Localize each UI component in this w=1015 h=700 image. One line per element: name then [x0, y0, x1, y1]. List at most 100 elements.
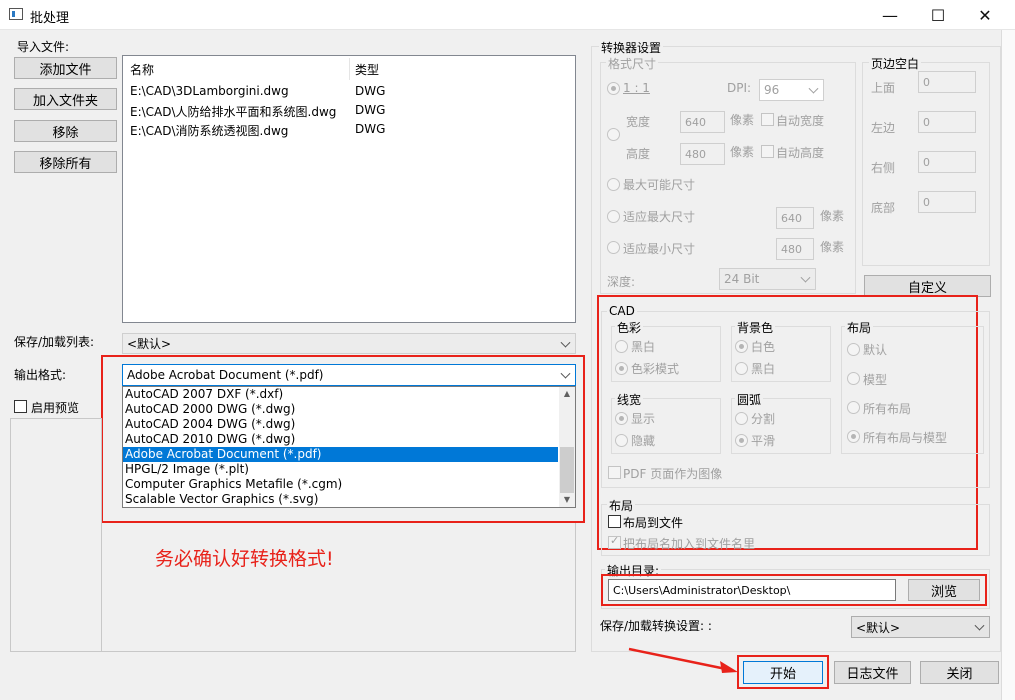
max-possible-radio[interactable] — [607, 178, 620, 191]
column-header-name[interactable]: 名称 — [130, 61, 154, 78]
scrollbar-thumb[interactable] — [560, 447, 574, 493]
title-bar: 批处理 — ☐ ✕ — [0, 0, 1015, 30]
annotation-arrow — [628, 647, 738, 673]
remove-all-button[interactable]: 移除所有 — [14, 151, 117, 173]
add-file-button[interactable]: 添加文件 — [14, 57, 117, 79]
layout-model-label: 模型 — [863, 373, 888, 387]
column-divider — [349, 58, 350, 80]
chevron-down-icon — [800, 272, 811, 283]
layout-model-radio[interactable] — [847, 372, 860, 385]
app-icon — [9, 8, 23, 20]
file-list[interactable]: 名称 类型 E:\CAD\3DLamborgini.dwg DWG E:\CAD… — [122, 55, 576, 323]
linewidth-show-radio[interactable] — [615, 412, 628, 425]
margin-bottom-input[interactable]: 0 — [918, 191, 976, 213]
output-format-value: Adobe Acrobat Document (*.pdf) — [127, 368, 324, 382]
format-option[interactable]: AutoCAD 2000 DWG (*.dwg) — [123, 402, 575, 417]
saveload-list-combo[interactable]: <默认> — [122, 333, 576, 354]
saveload-settings-value: <默认> — [856, 620, 901, 635]
file-name[interactable]: E:\CAD\人防给排水平面和系统图.dwg — [130, 103, 336, 120]
fit-min-radio[interactable] — [607, 241, 620, 254]
format-option-selected[interactable]: Adobe Acrobat Document (*.pdf) — [123, 447, 558, 462]
file-name[interactable]: E:\CAD\3DLamborgini.dwg — [130, 84, 289, 98]
close-button[interactable]: 关闭 — [920, 661, 999, 684]
width-label: 宽度 — [626, 115, 651, 129]
background-window-edge — [1001, 30, 1015, 700]
layout-default-label: 默认 — [863, 343, 888, 357]
remove-button[interactable]: 移除 — [14, 120, 117, 142]
color-title: 色彩 — [615, 319, 644, 336]
layout-to-file-checkbox[interactable] — [608, 515, 621, 528]
browse-button[interactable]: 浏览 — [908, 579, 980, 601]
file-name[interactable]: E:\CAD\消防系统透视图.dwg — [130, 122, 288, 139]
dropdown-scrollbar[interactable]: ▲ ▼ — [559, 387, 575, 507]
arc-split-radio[interactable] — [735, 412, 748, 425]
ratio-radio[interactable] — [607, 82, 620, 95]
custom-size-radio[interactable] — [607, 128, 620, 141]
scroll-up-icon[interactable]: ▲ — [559, 387, 575, 401]
output-dir-input[interactable]: C:\Users\Administrator\Desktop\ — [608, 579, 896, 601]
file-type: DWG — [355, 122, 386, 136]
layout-all-model-label: 所有布局与模型 — [863, 431, 948, 445]
format-option[interactable]: Computer Graphics Metafile (*.cgm) — [123, 477, 575, 492]
start-button[interactable]: 开始 — [743, 661, 823, 684]
close-window-button[interactable]: ✕ — [962, 0, 1008, 30]
layout-all-radio[interactable] — [847, 401, 860, 414]
saveload-settings-combo[interactable]: <默认> — [851, 616, 990, 638]
width-input[interactable]: 640 — [680, 111, 725, 133]
log-file-button[interactable]: 日志文件 — [834, 661, 911, 684]
margin-right-label: 右侧 — [871, 161, 896, 175]
arc-smooth-radio[interactable] — [735, 434, 748, 447]
fit-max-input[interactable]: 640 — [776, 207, 814, 229]
output-format-combo[interactable]: Adobe Acrobat Document (*.pdf) — [122, 364, 576, 386]
add-layout-name-checkbox[interactable] — [608, 534, 621, 549]
color-bw-label: 黑白 — [631, 340, 656, 354]
add-folder-button[interactable]: 加入文件夹 — [14, 88, 117, 110]
margin-right-input[interactable]: 0 — [918, 151, 976, 173]
margin-left-input[interactable]: 0 — [918, 111, 976, 133]
auto-width-checkbox[interactable] — [761, 113, 774, 126]
maximize-button[interactable]: ☐ — [915, 0, 961, 30]
enable-preview-checkbox[interactable] — [14, 400, 27, 413]
depth-value: 24 Bit — [724, 272, 760, 286]
ratio-label: 1 : 1 — [623, 81, 650, 95]
height-label: 高度 — [626, 147, 651, 161]
layout-all-model-radio[interactable] — [847, 430, 860, 443]
layout-default-radio[interactable] — [847, 343, 860, 356]
chevron-down-icon — [560, 368, 571, 379]
arc-smooth-label: 平滑 — [751, 434, 776, 448]
format-option[interactable]: AutoCAD 2004 DWG (*.dwg) — [123, 417, 575, 432]
format-option[interactable]: AutoCAD 2007 DXF (*.dxf) — [123, 387, 575, 402]
format-option[interactable]: HPGL/2 Image (*.plt) — [123, 462, 575, 477]
file-type: DWG — [355, 103, 386, 117]
depth-combo[interactable]: 24 Bit — [719, 268, 816, 290]
color-bw-radio[interactable] — [615, 340, 628, 353]
height-input[interactable]: 480 — [680, 143, 725, 165]
background-white-radio[interactable] — [735, 340, 748, 353]
chevron-down-icon — [560, 337, 571, 348]
format-option[interactable]: AutoCAD 2010 DWG (*.dwg) — [123, 432, 575, 447]
chevron-down-icon — [974, 620, 985, 631]
saveload-settings-label: 保存/加载转换设置: : — [600, 619, 712, 633]
dpi-combo[interactable]: 96 — [759, 79, 824, 101]
background-bw-radio[interactable] — [735, 362, 748, 375]
file-type: DWG — [355, 84, 386, 98]
linewidth-hide-radio[interactable] — [615, 434, 628, 447]
add-layout-name-label: 把布局名加入到文件名里 — [623, 537, 756, 551]
custom-button[interactable]: 自定义 — [864, 275, 991, 297]
fit-max-radio[interactable] — [607, 210, 620, 223]
margin-top-input[interactable]: 0 — [918, 71, 976, 93]
scroll-down-icon[interactable]: ▼ — [559, 493, 575, 507]
pdf-as-image-checkbox[interactable] — [608, 466, 621, 479]
auto-height-label: 自动高度 — [776, 146, 825, 160]
fit-min-input[interactable]: 480 — [776, 238, 814, 260]
format-option[interactable]: Scalable Vector Graphics (*.svg) — [123, 492, 575, 507]
output-format-dropdown[interactable]: AutoCAD 2007 DXF (*.dxf) AutoCAD 2000 DW… — [122, 386, 576, 508]
auto-height-checkbox[interactable] — [761, 145, 774, 158]
minimize-button[interactable]: — — [867, 0, 913, 30]
dpi-value: 96 — [764, 83, 780, 97]
color-mode-radio[interactable] — [615, 362, 628, 375]
max-possible-label: 最大可能尺寸 — [623, 178, 696, 192]
auto-width-label: 自动宽度 — [776, 114, 825, 128]
column-header-type[interactable]: 类型 — [355, 61, 379, 78]
layout-all-label: 所有布局 — [863, 402, 912, 416]
